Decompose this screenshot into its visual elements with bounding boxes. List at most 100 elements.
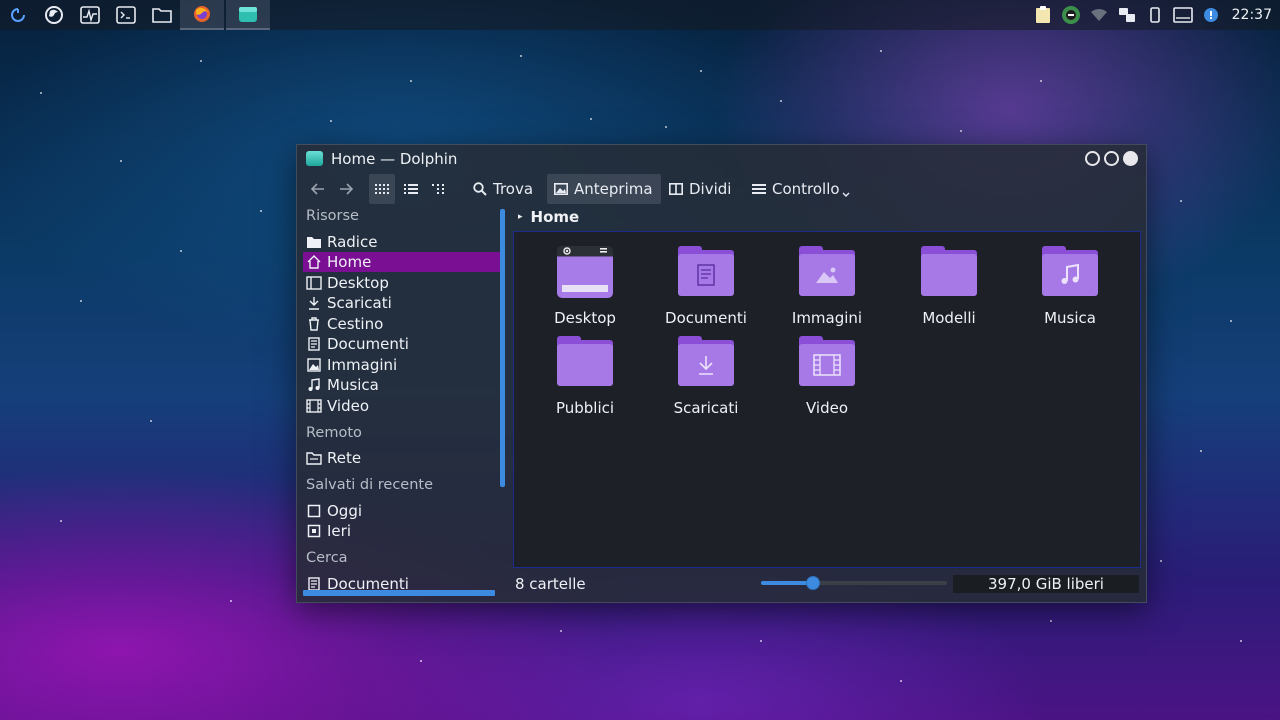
dolphin-task-icon[interactable] <box>226 0 270 30</box>
file-item-label: Pubblici <box>555 399 615 417</box>
sidebar-item-videos[interactable]: Video <box>303 396 501 416</box>
section-header-places: Risorse <box>306 208 359 224</box>
status-bar: 8 cartelle 397,0 GiB liberi <box>513 571 1141 597</box>
kdeconnect-icon[interactable] <box>1116 4 1138 26</box>
file-item-label: Desktop <box>554 309 616 327</box>
back-arrow-icon <box>311 183 324 195</box>
dolphin-window: Home — Dolphin Trova Anteprima Dividi Co… <box>296 144 1147 603</box>
free-space-indicator[interactable]: 397,0 GiB liberi <box>953 575 1139 593</box>
sidebar-item-home[interactable]: Home <box>303 252 501 272</box>
file-item-pictures[interactable]: Immagini <box>772 246 882 327</box>
find-label: Trova <box>493 180 534 198</box>
network-wifi-icon[interactable] <box>1088 4 1110 26</box>
find-button[interactable]: Trova <box>469 174 537 204</box>
sidebar-scrollbar[interactable] <box>500 209 505 487</box>
control-menu-button[interactable]: Controllo <box>748 174 854 204</box>
desktop-folder-icon <box>557 246 613 298</box>
update-icon[interactable] <box>1060 4 1082 26</box>
close-button[interactable] <box>1123 151 1138 166</box>
dolphin-app-icon <box>306 151 323 166</box>
zoom-slider-handle[interactable] <box>806 576 820 590</box>
firefox-launcher-icon[interactable] <box>36 0 72 30</box>
free-space-label: 397,0 GiB liberi <box>988 575 1104 593</box>
search-icon <box>473 182 487 196</box>
music-icon <box>306 377 322 393</box>
templates-folder-icon <box>921 246 977 296</box>
breadcrumb-arrow-icon: ▸ <box>518 212 523 222</box>
file-item-label: Scaricati <box>673 399 739 417</box>
sidebar-item-trash[interactable]: Cestino <box>303 314 501 334</box>
clock[interactable]: 22:37 <box>1232 7 1272 23</box>
file-item-videos[interactable]: Video <box>772 336 882 417</box>
plasma-launcher-icon[interactable] <box>0 0 36 30</box>
sidebar-item-root[interactable]: Radice <box>303 232 501 252</box>
section-header-search: Cerca <box>306 550 348 566</box>
sidebar-item-label: Documenti <box>327 335 409 353</box>
details-view-icon <box>432 184 444 194</box>
compact-view-button[interactable] <box>398 174 424 204</box>
forward-button[interactable] <box>333 174 359 204</box>
file-view[interactable]: Desktop Documenti Immagini Modelli Music… <box>513 231 1141 568</box>
sidebar-item-downloads[interactable]: Scaricati <box>303 293 501 313</box>
sidebar-item-desktop[interactable]: Desktop <box>303 273 501 293</box>
music-folder-icon <box>1042 246 1098 296</box>
sidebar-item-label: Rete <box>327 449 362 467</box>
maximize-button[interactable] <box>1104 151 1119 166</box>
phone-icon[interactable] <box>1144 4 1166 26</box>
sidebar-horizontal-scrollbar[interactable] <box>303 590 495 596</box>
folder-launcher-icon[interactable] <box>144 0 180 30</box>
zoom-slider[interactable] <box>761 576 947 590</box>
sidebar-item-music[interactable]: Musica <box>303 375 501 395</box>
calendar-today-icon <box>306 503 322 519</box>
file-item-desktop[interactable]: Desktop <box>530 246 640 327</box>
trash-icon <box>306 316 322 332</box>
display-icon[interactable] <box>1172 4 1194 26</box>
sidebar-item-label: Cestino <box>327 315 384 333</box>
details-view-button[interactable] <box>426 174 452 204</box>
file-item-downloads[interactable]: Scaricati <box>651 336 761 417</box>
title-bar[interactable]: Home — Dolphin <box>297 145 1146 173</box>
breadcrumb[interactable]: ▸ Home <box>518 208 579 226</box>
sidebar-item-yesterday[interactable]: Ieri <box>303 521 501 541</box>
calendar-yesterday-icon <box>306 523 322 539</box>
system-monitor-icon[interactable] <box>72 0 108 30</box>
file-item-label: Musica <box>1044 309 1096 327</box>
preview-button[interactable]: Anteprima <box>547 174 661 204</box>
downloads-folder-icon <box>678 336 734 386</box>
sidebar-item-today[interactable]: Oggi <box>303 501 501 521</box>
videos-folder-icon <box>799 336 855 386</box>
sidebar-item-label: Scaricati <box>327 294 392 312</box>
toolbar: Trova Anteprima Dividi Controllo <box>297 174 1146 204</box>
document-icon <box>306 336 322 352</box>
file-item-templates[interactable]: Modelli <box>894 246 1004 327</box>
terminal-icon[interactable] <box>108 0 144 30</box>
icons-view-button[interactable] <box>369 174 395 204</box>
back-button[interactable] <box>305 174 331 204</box>
firefox-task-icon[interactable] <box>180 0 224 30</box>
file-item-public[interactable]: Pubblici <box>530 336 640 417</box>
desktop-icon <box>306 275 322 291</box>
list-view-icon <box>404 184 418 194</box>
documents-folder-icon <box>678 246 734 296</box>
split-button[interactable]: Dividi <box>665 174 735 204</box>
clipboard-icon[interactable] <box>1032 4 1054 26</box>
sidebar-item-pictures[interactable]: Immagini <box>303 355 501 375</box>
breadcrumb-home[interactable]: Home <box>531 208 580 226</box>
sidebar-item-label: Video <box>327 397 370 415</box>
minimize-button[interactable] <box>1085 151 1100 166</box>
image-icon <box>306 357 322 373</box>
chevron-down-icon <box>842 192 850 197</box>
split-label: Dividi <box>689 180 732 198</box>
public-folder-icon <box>557 336 613 386</box>
preview-image-icon <box>554 183 568 195</box>
sidebar-item-documents[interactable]: Documenti <box>303 334 501 354</box>
file-item-music[interactable]: Musica <box>1015 246 1125 327</box>
notification-icon[interactable] <box>1200 4 1222 26</box>
file-item-documents[interactable]: Documenti <box>651 246 761 327</box>
sidebar-item-network[interactable]: Rete <box>303 448 501 468</box>
forward-arrow-icon <box>340 183 353 195</box>
file-item-label: Documenti <box>665 309 747 327</box>
window-controls <box>1085 151 1138 166</box>
sidebar-item-label: Desktop <box>327 274 389 292</box>
section-header-recent: Salvati di recente <box>306 477 434 493</box>
